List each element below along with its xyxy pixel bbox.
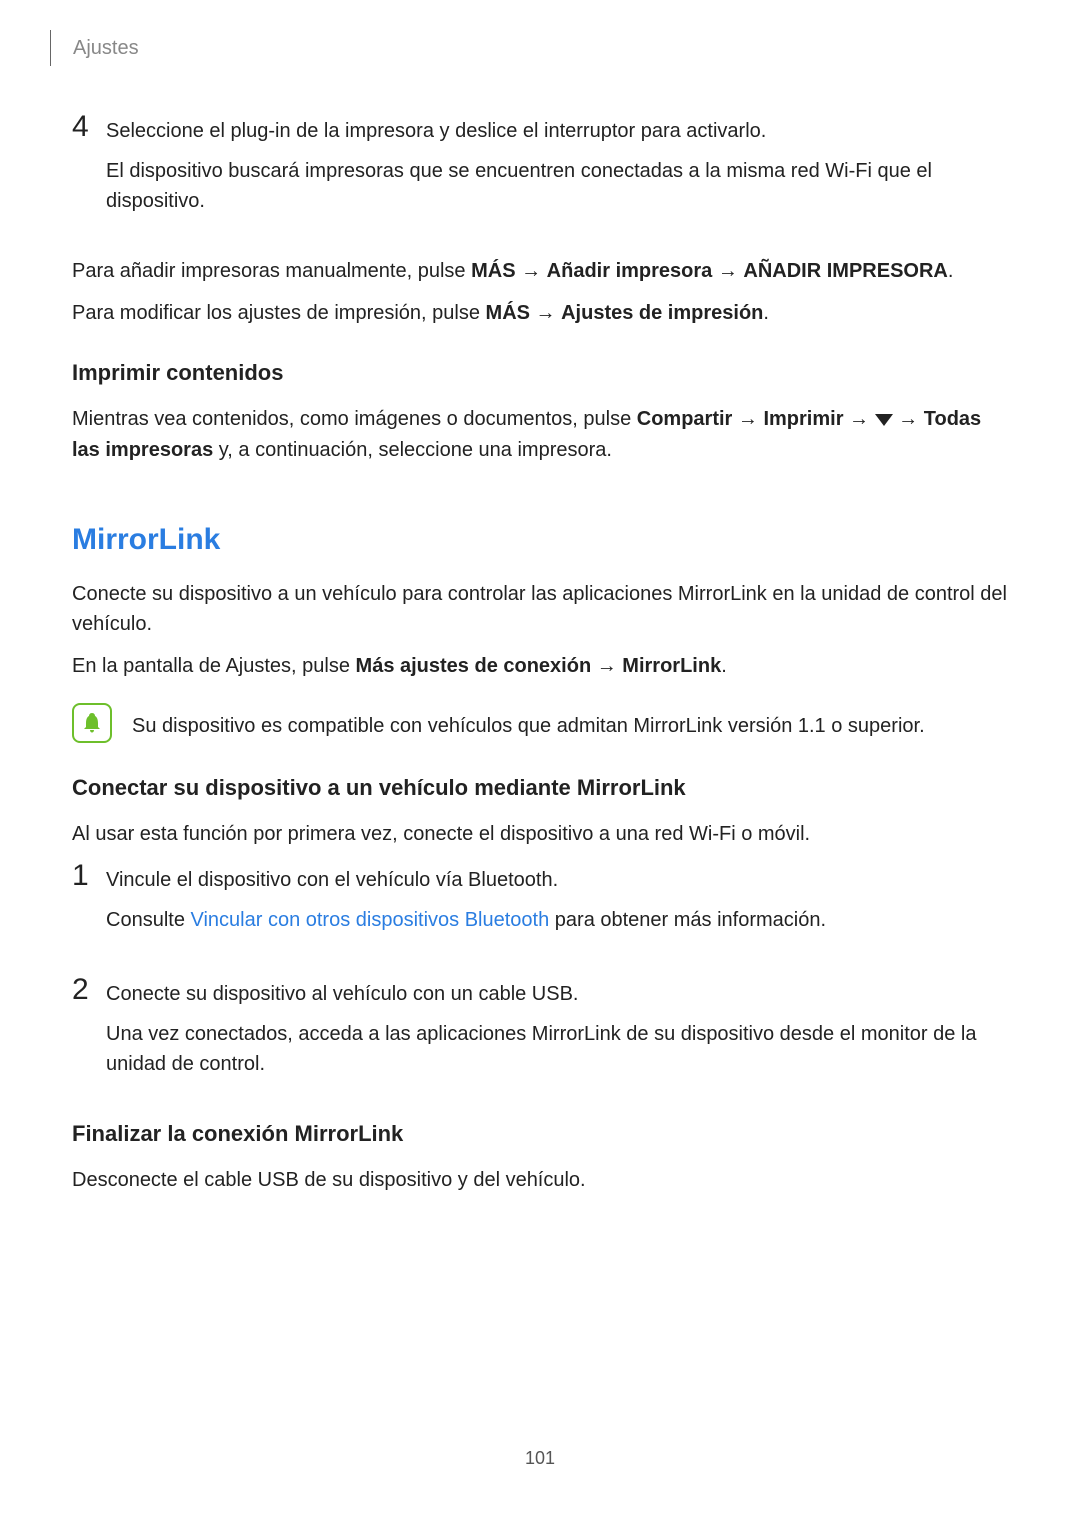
mirrorlink-intro: Conecte su dispositivo a un vehículo par… — [72, 579, 1008, 639]
step-body: Seleccione el plug-in de la impresora y … — [106, 112, 1008, 226]
step1-line1: Vincule el dispositivo con el vehículo v… — [106, 865, 1008, 895]
menu-imprimir: Imprimir — [763, 408, 843, 430]
conectar-intro: Al usar esta función por primera vez, co… — [72, 819, 1008, 849]
menu-mas: MÁS — [471, 260, 515, 282]
heading-mirrorlink: MirrorLink — [72, 523, 1008, 557]
menu-mas-ajustes-conexion: Más ajustes de conexión — [356, 655, 592, 677]
heading-imprimir-contenidos: Imprimir contenidos — [72, 360, 1008, 386]
text: . — [948, 260, 954, 282]
dropdown-icon — [875, 405, 893, 435]
arrow: → — [732, 408, 763, 430]
step-body: Vincule el dispositivo con el vehículo v… — [106, 861, 1008, 945]
text: Consulte — [106, 909, 191, 931]
menu-anadir-impresora: Añadir impresora — [547, 260, 713, 282]
step1-line2: Consulte Vincular con otros dispositivos… — [106, 905, 1008, 935]
arrow: → — [712, 260, 743, 282]
text: para obtener más información. — [549, 909, 826, 931]
step-body: Conecte su dispositivo al vehículo con u… — [106, 975, 1008, 1089]
finalizar-paragraph: Desconecte el cable USB de su dispositiv… — [72, 1165, 1008, 1195]
step-number: 1 — [72, 861, 106, 945]
menu-compartir: Compartir — [637, 408, 733, 430]
mirrorlink-path: En la pantalla de Ajustes, pulse Más aju… — [72, 651, 1008, 681]
step-number: 4 — [72, 112, 106, 226]
text: En la pantalla de Ajustes, pulse — [72, 655, 356, 677]
step-1: 1 Vincule el dispositivo con el vehículo… — [72, 861, 1008, 945]
menu-anadir-impresora-caps: AÑADIR IMPRESORA — [743, 260, 947, 282]
header-bar: Ajustes — [50, 30, 139, 66]
imprimir-contenidos-paragraph: Mientras vea contenidos, como imágenes o… — [72, 404, 1008, 465]
step4-line2: El dispositivo buscará impresoras que se… — [106, 156, 1008, 216]
text: Para modificar los ajustes de impresión,… — [72, 302, 486, 324]
text: . — [763, 302, 769, 324]
text: . — [721, 655, 727, 677]
arrow: → — [844, 408, 875, 430]
bluetooth-pairing-link[interactable]: Vincular con otros dispositivos Bluetoot… — [191, 909, 550, 931]
bell-icon — [72, 703, 112, 743]
menu-mas: MÁS — [486, 302, 530, 324]
text: Para añadir impresoras manualmente, puls… — [72, 260, 471, 282]
menu-mirrorlink: MirrorLink — [622, 655, 721, 677]
heading-conectar-vehiculo: Conectar su dispositivo a un vehículo me… — [72, 775, 1008, 801]
text: y, a continuación, seleccione una impres… — [213, 439, 612, 461]
header-section: Ajustes — [73, 37, 139, 60]
step-2: 2 Conecte su dispositivo al vehículo con… — [72, 975, 1008, 1089]
arrow: → — [516, 260, 547, 282]
page-number: 101 — [0, 1448, 1080, 1469]
step-number: 2 — [72, 975, 106, 1089]
note-text: Su dispositivo es compatible con vehícul… — [132, 703, 925, 741]
arrow: → — [530, 302, 561, 324]
step-4: 4 Seleccione el plug-in de la impresora … — [72, 112, 1008, 226]
arrow: → — [893, 408, 924, 430]
step4-line1: Seleccione el plug-in de la impresora y … — [106, 116, 1008, 146]
step2-line1: Conecte su dispositivo al vehículo con u… — [106, 979, 1008, 1009]
arrow: → — [591, 655, 622, 677]
page: Ajustes 4 Seleccione el plug-in de la im… — [0, 0, 1080, 1527]
print-settings-paragraph: Para modificar los ajustes de impresión,… — [72, 298, 1008, 328]
add-printer-paragraph: Para añadir impresoras manualmente, puls… — [72, 256, 1008, 286]
note-block: Su dispositivo es compatible con vehícul… — [72, 703, 1008, 743]
text: Mientras vea contenidos, como imágenes o… — [72, 408, 637, 430]
menu-ajustes-impresion: Ajustes de impresión — [561, 302, 763, 324]
content: 4 Seleccione el plug-in de la impresora … — [72, 112, 1008, 1195]
heading-finalizar-conexion: Finalizar la conexión MirrorLink — [72, 1121, 1008, 1147]
step2-line2: Una vez conectados, acceda a las aplicac… — [106, 1019, 1008, 1079]
